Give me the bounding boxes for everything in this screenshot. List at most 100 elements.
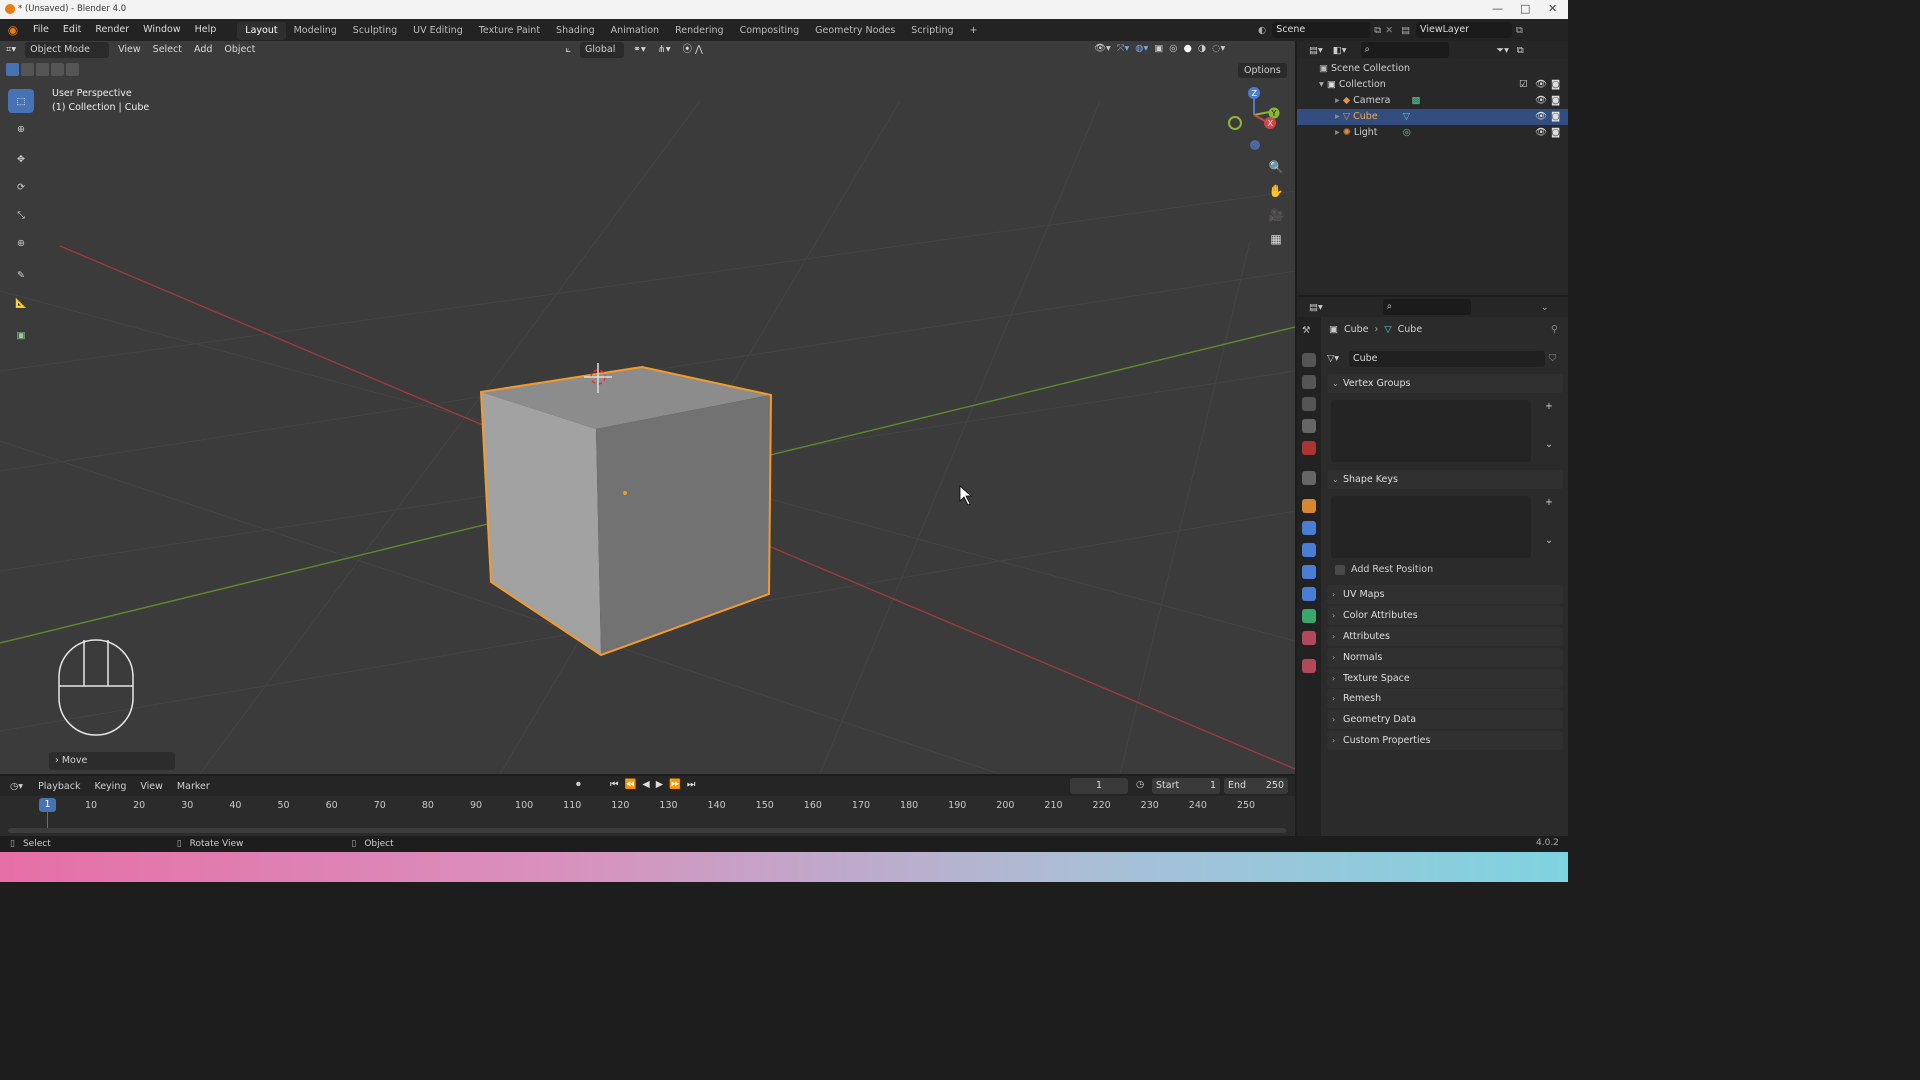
jump-start-icon[interactable]: ⏮: [610, 779, 619, 790]
expand-icon[interactable]: ▸: [1335, 127, 1340, 138]
select-subtract-icon[interactable]: [36, 63, 49, 76]
close-window-button[interactable]: ✕: [1548, 2, 1557, 15]
camera-render-icon[interactable]: ◙: [1551, 125, 1560, 141]
camera-render-icon[interactable]: ◙: [1551, 109, 1560, 125]
tool-tab-icon[interactable]: ⚒: [1302, 325, 1316, 339]
viewport-menu-select[interactable]: Select: [147, 41, 188, 59]
scene-tab-icon[interactable]: [1302, 419, 1316, 433]
object-tab-icon[interactable]: [1302, 499, 1316, 513]
vertex-groups-list[interactable]: [1331, 400, 1531, 462]
timeline-menu-keying[interactable]: Keying: [87, 781, 133, 792]
timeline-menu-playback[interactable]: Playback: [31, 781, 87, 792]
timeline-menu-view[interactable]: View: [133, 781, 170, 792]
timeline-scrollbar[interactable]: [8, 828, 1286, 833]
move-tool[interactable]: ✥: [8, 147, 34, 171]
outliner-item-camera[interactable]: ▸ ◆ Camera ▩ 👁 ◙: [1297, 93, 1568, 109]
new-scene-icon[interactable]: ⧉: [1374, 25, 1381, 36]
xray-icon[interactable]: ▣: [1154, 43, 1163, 54]
data-tab-icon[interactable]: [1302, 609, 1316, 623]
menu-render[interactable]: Render: [88, 19, 136, 41]
add-shape-key-button[interactable]: +: [1545, 497, 1553, 508]
pan-hand-icon[interactable]: ✋: [1266, 179, 1286, 203]
start-frame-field[interactable]: Start 1: [1152, 778, 1220, 794]
viewport-menu-add[interactable]: Add: [188, 41, 218, 59]
play-icon[interactable]: ▶: [656, 779, 663, 790]
jump-keyframe-back-icon[interactable]: ⏪: [625, 779, 637, 790]
cursor-tool[interactable]: ⊕: [8, 117, 34, 141]
outliner-scene-collection[interactable]: ▣ Scene Collection: [1297, 61, 1568, 77]
outliner-search-input[interactable]: ⌕: [1360, 42, 1449, 58]
modifier-tab-icon[interactable]: [1302, 521, 1316, 535]
eye-icon[interactable]: 👁: [1535, 125, 1547, 141]
object-mode-dropdown[interactable]: Object Mode: [25, 42, 110, 58]
output-tab-icon[interactable]: [1302, 375, 1316, 389]
last-operator-panel[interactable]: › Move: [49, 752, 175, 770]
timeline-editor-type-icon[interactable]: ◷▾: [10, 781, 23, 792]
end-frame-field[interactable]: End 250: [1224, 778, 1288, 794]
jump-keyframe-forward-icon[interactable]: ⏩: [669, 779, 681, 790]
annotate-tool[interactable]: ✎: [8, 263, 34, 287]
viewport-menu-object[interactable]: Object: [218, 41, 261, 59]
gizmo-toggle-icon[interactable]: ⤧▾: [1117, 43, 1129, 54]
wireframe-shading-icon[interactable]: ◎: [1169, 43, 1177, 54]
filter-icon[interactable]: ⏷▾: [1497, 45, 1509, 56]
new-collection-icon[interactable]: ⧉: [1517, 45, 1524, 56]
tab-modeling[interactable]: Modeling: [286, 22, 345, 40]
tab-sculpting[interactable]: Sculpting: [345, 22, 405, 40]
menu-help[interactable]: Help: [188, 19, 224, 41]
maximize-button[interactable]: □: [1520, 2, 1530, 15]
eye-icon[interactable]: 👁: [1535, 77, 1547, 93]
transform-tool[interactable]: ⊛: [8, 231, 34, 255]
current-frame-field[interactable]: 1: [1070, 778, 1128, 794]
menu-file[interactable]: File: [26, 19, 56, 41]
pivot-icon[interactable]: ⚭▾: [627, 41, 652, 59]
panel-normals[interactable]: › Normals: [1327, 648, 1563, 667]
delete-scene-icon[interactable]: ✕: [1385, 25, 1393, 36]
play-reverse-icon[interactable]: ◀: [642, 779, 649, 790]
solid-shading-icon[interactable]: ●: [1184, 43, 1192, 54]
3d-viewport[interactable]: ⌗▾ Object Mode View Select Add Object ⟀ …: [0, 41, 1295, 774]
material-tab-icon[interactable]: [1302, 631, 1316, 645]
blender-menu-icon[interactable]: ◉: [0, 23, 26, 37]
panel-color-attributes[interactable]: › Color Attributes: [1327, 606, 1563, 625]
panel-geometry-data[interactable]: › Geometry Data: [1327, 710, 1563, 729]
options-dropdown[interactable]: Options: [1238, 63, 1287, 78]
collapse-icon[interactable]: ▾: [1319, 79, 1324, 90]
measure-tool[interactable]: 📐: [8, 291, 34, 315]
scene-selector[interactable]: Scene: [1272, 22, 1371, 38]
minimize-button[interactable]: —: [1492, 2, 1503, 15]
chevron-down-icon[interactable]: ⌄: [1545, 439, 1553, 450]
visibility-icon[interactable]: 👁▾: [1094, 43, 1111, 54]
tab-rendering[interactable]: Rendering: [667, 22, 732, 40]
proportional-edit-icon[interactable]: ⦿ ⋀: [677, 41, 709, 59]
collection-checkbox[interactable]: ☑: [1519, 77, 1528, 93]
new-view-layer-icon[interactable]: ⧉: [1516, 25, 1523, 36]
properties-search-input[interactable]: ⌕: [1382, 299, 1471, 315]
select-invert-icon[interactable]: [51, 63, 64, 76]
shape-keys-list[interactable]: [1331, 496, 1531, 558]
tab-animation[interactable]: Animation: [603, 22, 667, 40]
navigation-gizmo[interactable]: Z Y X: [1222, 85, 1282, 153]
jump-end-icon[interactable]: ⏭: [687, 779, 696, 790]
world-tab-icon[interactable]: [1302, 441, 1316, 455]
orientation-dropdown[interactable]: Global: [580, 42, 625, 58]
properties-editor-type-icon[interactable]: ▤▾: [1309, 302, 1323, 313]
tab-texture-paint[interactable]: Texture Paint: [471, 22, 548, 40]
select-extend-icon[interactable]: [21, 63, 34, 76]
menu-edit[interactable]: Edit: [56, 19, 88, 41]
camera-render-icon[interactable]: ◙: [1551, 77, 1560, 93]
playhead-frame[interactable]: 1: [39, 798, 56, 812]
outliner-editor-type-icon[interactable]: ▤▾: [1309, 45, 1323, 56]
tab-compositing[interactable]: Compositing: [732, 22, 808, 40]
editor-type-icon[interactable]: ⌗▾: [0, 41, 22, 59]
particles-tab-icon[interactable]: [1302, 543, 1316, 557]
panel-uv-maps[interactable]: › UV Maps: [1327, 585, 1563, 604]
view-layer-selector[interactable]: ViewLayer: [1416, 22, 1513, 38]
select-box-tool[interactable]: ⬚: [8, 89, 34, 113]
camera-view-icon[interactable]: 🎥: [1266, 203, 1286, 227]
select-new-icon[interactable]: [6, 63, 19, 76]
zoom-icon[interactable]: 🔍: [1266, 155, 1286, 179]
tab-shading[interactable]: Shading: [548, 22, 603, 40]
pin-icon[interactable]: ⚲: [1551, 324, 1558, 335]
timeline-menu-marker[interactable]: Marker: [170, 781, 217, 792]
